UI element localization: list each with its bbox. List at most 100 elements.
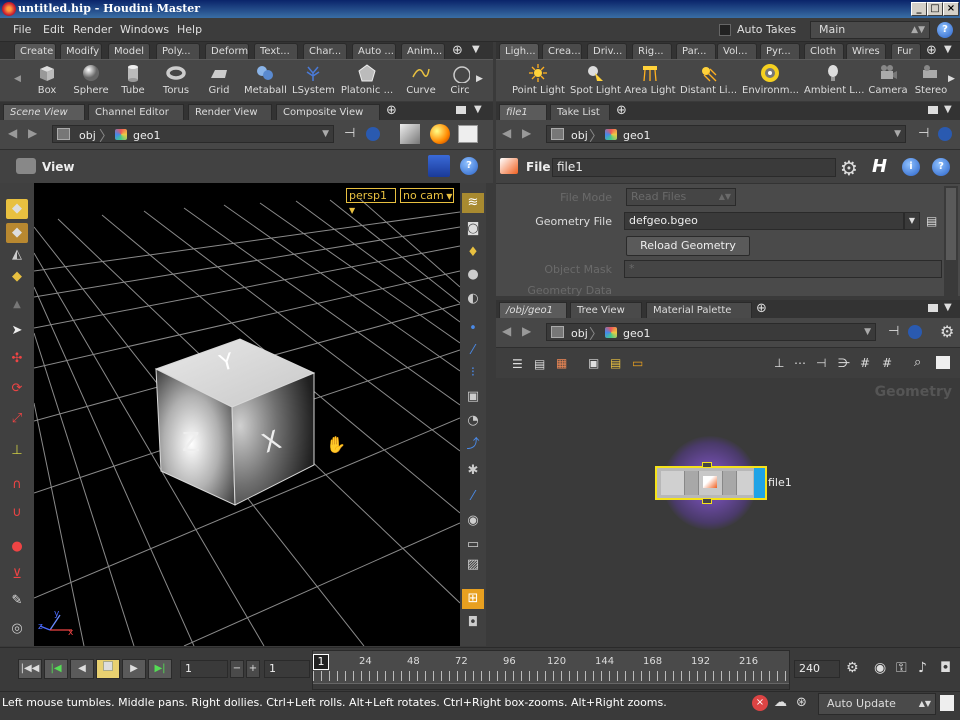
shelf-tab-auto[interactable]: Auto ... <box>352 43 396 59</box>
abc-icon[interactable]: ◉ <box>462 511 484 531</box>
brush-tool-icon[interactable]: ∪ <box>6 503 28 523</box>
connect-icon[interactable]: ⊣ <box>816 356 826 370</box>
point-display-icon[interactable]: • <box>462 319 484 339</box>
network-path-obj[interactable]: obj <box>571 327 588 340</box>
select-tool-icon[interactable]: ◆ <box>6 199 28 219</box>
tool-spot-light[interactable]: Spot Light <box>570 60 621 102</box>
display-mode-icon[interactable] <box>400 124 420 144</box>
add-shelf-icon[interactable]: ⊕ <box>452 43 463 58</box>
shelf-scroll-left-icon[interactable]: ◀ <box>14 74 21 84</box>
update-mode-menu[interactable]: Auto Update ▲▼ <box>818 693 936 715</box>
visibility-icon[interactable]: ◐ <box>462 289 484 309</box>
maximize-button[interactable]: □ <box>927 2 943 16</box>
audio-icon[interactable]: ♪ <box>918 660 927 676</box>
menu-render[interactable]: Render <box>73 23 112 36</box>
light-icon[interactable]: ♦ <box>462 243 484 263</box>
param-pane-menu-icon[interactable]: ▼ <box>944 104 952 115</box>
shelf-tab-volume[interactable]: Vol... <box>717 43 757 59</box>
tab-material-palette[interactable]: Material Palette <box>646 302 752 318</box>
reload-geometry-button[interactable]: Reload Geometry <box>626 236 750 256</box>
timeline-slider[interactable]: 1 24 48 72 96 120 144 168 192 216 <box>312 650 790 690</box>
tool-sphere[interactable]: Sphere <box>72 60 110 102</box>
point-numbers-icon[interactable]: ⁝ <box>462 363 484 383</box>
geometry-file-field[interactable]: defgeo.bgeo <box>624 212 904 230</box>
align-icon[interactable]: ⋯ <box>794 356 806 370</box>
network-forward-icon[interactable]: ▶ <box>522 324 531 338</box>
current-frame-field[interactable]: 1 <box>180 660 228 678</box>
translate-tool-icon[interactable]: ✣ <box>6 349 28 369</box>
shelf-tab-drive[interactable]: Driv... <box>587 43 627 59</box>
tool-circle[interactable]: Circ <box>448 60 472 102</box>
rotate-tool-icon[interactable]: ⟳ <box>6 379 28 399</box>
shelf-tab-lights[interactable]: Ligh... <box>499 43 539 59</box>
tab-take-list[interactable]: Take List <box>550 104 610 120</box>
chat-icon[interactable]: ☁ <box>774 695 787 710</box>
pane-menu-icon[interactable]: ▼ <box>474 104 482 115</box>
select-points-icon[interactable]: ◆ <box>6 267 28 287</box>
shelf-tab-char[interactable]: Char... <box>303 43 347 59</box>
param-pin-icon[interactable]: ⊣ <box>918 126 929 141</box>
key-icon[interactable]: ⚿ <box>896 660 907 676</box>
tab-channel-editor[interactable]: Channel Editor <box>88 104 184 120</box>
select-geometry-icon[interactable]: ◆ <box>6 223 28 243</box>
display-options-icon[interactable]: ≋ <box>462 193 484 213</box>
tool-area-light[interactable]: Area Light <box>624 60 676 102</box>
param-maximize-icon[interactable] <box>928 106 938 114</box>
display-flag[interactable] <box>754 468 765 498</box>
desktop-menu[interactable]: Main ▲▼ <box>810 21 930 39</box>
tool-grid[interactable]: Grid <box>204 60 234 102</box>
wire-display-icon[interactable]: ✱ <box>462 461 484 481</box>
view-tool-bottom-icon[interactable]: ◎ <box>6 619 28 639</box>
handle-tool-icon[interactable]: ⊥ <box>6 441 28 461</box>
add-shelf-icon-right[interactable]: ⊕ <box>926 43 937 58</box>
shelf-tab-poly[interactable]: Poly... <box>156 43 200 59</box>
menu-help[interactable]: Help <box>177 23 202 36</box>
gear-icon[interactable]: ⚙ <box>840 156 858 180</box>
render-shading-icon[interactable] <box>430 124 450 144</box>
grid-snap-icon[interactable]: # <box>860 356 870 370</box>
tool-torus[interactable]: Torus <box>160 60 192 102</box>
view-tool-icon[interactable] <box>16 158 36 174</box>
network-path-dropdown-icon[interactable]: ▼ <box>864 327 871 337</box>
tool-ambient-light[interactable]: Ambient L... <box>804 60 864 102</box>
param-forward-icon[interactable]: ▶ <box>522 126 531 140</box>
path-obj[interactable]: obj <box>79 129 96 142</box>
shelf-right-scroll-icon[interactable]: ▶ <box>948 74 955 84</box>
shelf-tab-fur[interactable]: Fur <box>891 43 921 59</box>
stop-button[interactable] <box>96 659 120 679</box>
background-icon[interactable] <box>458 125 478 143</box>
close-button[interactable]: × <box>943 2 959 16</box>
path-dropdown-icon[interactable]: ▼ <box>322 129 329 139</box>
view-help-icon[interactable]: ? <box>460 157 478 175</box>
add-param-tab-icon[interactable]: ⊕ <box>616 103 627 118</box>
layout-icon[interactable]: ⊥ <box>774 356 784 370</box>
network-link-icon[interactable] <box>908 325 922 339</box>
list-mode-icon[interactable]: ☰ <box>512 357 523 371</box>
network-path-field[interactable]: obj 〉 geo1 ▼ <box>546 323 876 343</box>
tool-tube[interactable]: Tube <box>118 60 148 102</box>
play-button[interactable]: ▶ <box>122 659 146 679</box>
pin-icon[interactable]: ⊣ <box>344 126 355 141</box>
file-chooser-icon[interactable]: ▤ <box>926 214 937 228</box>
shelf-tab-particles[interactable]: Par... <box>676 43 716 59</box>
shelf-menu-icon-right[interactable]: ▼ <box>944 44 952 55</box>
frame-decrement-button[interactable]: − <box>230 660 244 678</box>
shelf-tab-anim[interactable]: Anim... <box>401 43 445 59</box>
menu-windows[interactable]: Windows <box>120 23 169 36</box>
shelf-tab-create[interactable]: Create <box>14 43 56 59</box>
tool-stereo-camera[interactable]: Stereo <box>914 60 948 102</box>
statusbar-end-icon[interactable] <box>940 695 954 711</box>
shelf-tab-wires[interactable]: Wires <box>846 43 886 59</box>
collapse-icon[interactable]: ▲ <box>6 295 28 315</box>
node-help-icon[interactable]: ? <box>932 158 950 176</box>
tile-mode-icon[interactable]: ▤ <box>534 357 545 371</box>
network-back-icon[interactable]: ◀ <box>502 324 511 338</box>
param-path-field[interactable]: obj 〉 geo1 ▼ <box>546 125 906 145</box>
tool-curve[interactable]: Curve <box>404 60 438 102</box>
template-icon[interactable]: ▣ <box>462 387 484 407</box>
shelf-tab-pyro[interactable]: Pyr... <box>760 43 800 59</box>
shelf-tab-cloth[interactable]: Cloth <box>804 43 844 59</box>
cam-menu[interactable]: no cam ▼ <box>400 188 454 203</box>
scene-path-field[interactable]: obj 〉 geo1 ▼ <box>52 125 334 145</box>
normal-display-icon[interactable]: ⁄ <box>462 341 484 361</box>
